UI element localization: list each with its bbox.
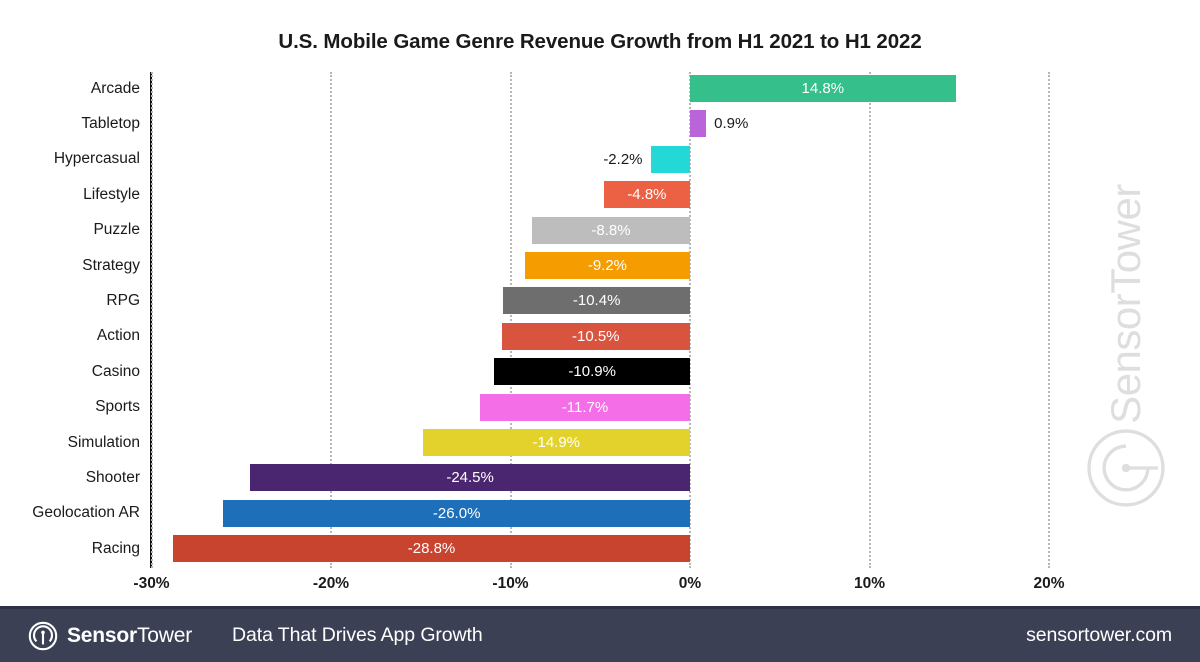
bar-value-label: -28.8% (407, 540, 456, 558)
x-tick-0: 0% (678, 575, 702, 592)
page-title: U.S. Mobile Game Genre Revenue Growth fr… (278, 30, 922, 53)
plot-area: Arcade Tabletop Hypercasual Lifestyle Puzzle… (0, 72, 1200, 568)
chart-page: U.S. Mobile Game Genre Revenue Growth fr… (0, 0, 1200, 662)
bar-row: -10.9% (0, 358, 1200, 393)
bar-value-label: 14.8% (801, 80, 845, 97)
bar-row: -2.2% (0, 145, 1200, 181)
x-tick--20: -20% (312, 575, 350, 592)
bar-value-label: -4.8% (627, 186, 667, 204)
bar-value-label: 0.9% (714, 115, 749, 133)
bar-value-label: -14.9% (532, 434, 581, 451)
bar-row: 0.9% (0, 110, 1200, 145)
bar-row: -10.4% (0, 287, 1200, 322)
footer-url[interactable]: sensortower.com (1026, 624, 1172, 647)
bar-value-label: -10.5% (571, 327, 620, 345)
bar-value-label: -24.5% (446, 469, 494, 487)
x-tick--10: -10% (492, 575, 529, 592)
x-axis-tick-labels: -30% -20% -10% 0% 10% 20% (0, 575, 1200, 599)
bar-row: -28.8% (0, 535, 1200, 570)
bar-row: -4.8% (0, 181, 1200, 216)
footer-brand-bold: Sensor (67, 623, 137, 647)
bar-row: -24.5% (0, 464, 1200, 499)
bar-value-label: -2.2% (603, 150, 643, 168)
sensortower-circle-logo-icon (28, 621, 58, 650)
footer-brand: SensorTower (67, 624, 192, 648)
footer-logo-group: SensorTower (28, 621, 192, 651)
bar-hypercasual[interactable] (650, 145, 690, 173)
bar-row: -9.2% (0, 252, 1200, 287)
x-tick--30: -30% (133, 575, 170, 592)
bar-row: -8.8% (0, 216, 1200, 252)
bar-value-label: -11.7% (561, 398, 609, 416)
bar-value-label: -8.8% (591, 221, 631, 239)
bar-value-label: -26.0% (432, 504, 481, 522)
x-tick-20: 20% (1033, 575, 1065, 592)
footer-brand-light: Tower (137, 623, 193, 647)
bar-row: -11.7% (0, 393, 1200, 429)
footer-tagline: Data That Drives App Growth (232, 624, 483, 646)
bar-row: -14.9% (0, 429, 1200, 464)
bar-series: 14.8% 0.9% -2.2% -4.8% -8.8% -9.2% -10.4% -10.5… (0, 72, 1200, 568)
bar-row: -10.5% (0, 322, 1200, 358)
bar-row: 14.8% (0, 75, 1200, 110)
x-tick-10: 10% (853, 575, 886, 592)
bar-value-label: -10.4% (572, 292, 621, 310)
bar-tabletop[interactable] (690, 110, 707, 138)
bar-row: -26.0% (0, 499, 1200, 535)
footer-bar: SensorTower Data That Drives App Growth … (0, 606, 1200, 662)
bar-value-label: -9.2% (587, 257, 628, 274)
bar-value-label: -10.9% (568, 363, 616, 381)
